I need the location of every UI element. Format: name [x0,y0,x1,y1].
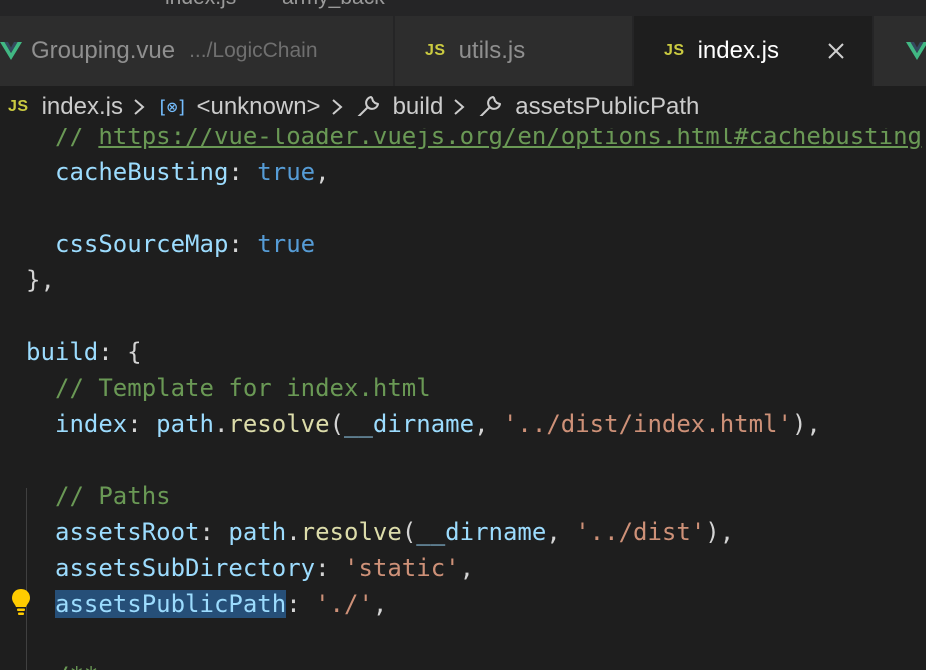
editor-tab-bar: Grouping.vue .../LogicChain JS utils.js … [0,16,926,86]
lightbulb-icon[interactable] [10,588,32,616]
code-line: }, [26,266,55,294]
tab-index-js[interactable]: JS index.js [634,16,872,86]
tab-grouping-vue[interactable]: Grouping.vue .../LogicChain [0,16,393,86]
code-line: assetsRoot: path.resolve(__dirname, '../… [55,518,735,546]
js-icon: JS [425,42,446,59]
code-line: // Template for index.html [55,374,431,402]
tab-description: .../LogicChain [189,39,318,62]
vue-icon [906,42,926,60]
close-icon[interactable] [826,41,846,61]
code-line-current: assetsPublicPath: './', [55,590,388,618]
js-icon: JS [8,98,29,115]
code-line: /** [26,658,98,670]
window-title-strip: index.js army_back [0,0,926,16]
selected-text[interactable]: assetsPublicPath [55,590,287,618]
code-line: cssSourceMap: true [55,230,316,258]
chevron-right-icon [134,99,145,115]
code-line: index: path.resolve(__dirname, '../dist/… [55,410,821,438]
code-line: build: { [26,338,142,366]
tab-label: index.js [697,37,779,64]
tab-utils-js[interactable]: JS utils.js [395,16,632,86]
js-icon: JS [664,42,685,59]
tab-label: utils.js [458,37,526,64]
vscode-window: index.js army_back Grouping.vue .../Logi… [0,0,926,670]
code-line: // Paths [55,482,171,510]
chevron-right-icon [454,99,465,115]
code-line: cacheBusting: true, [55,158,330,186]
title-strip-text-b: army_back [282,0,385,10]
breadcrumb-shadow [0,116,926,128]
tab-overflow-vue[interactable] [874,16,926,86]
code-editor[interactable]: // https://vue-loader.vuejs.org/en/optio… [0,116,926,670]
variable-symbol-icon: [⊗] [156,96,187,118]
chevron-right-icon [331,99,343,115]
tab-label: Grouping.vue [31,37,176,64]
code-line: assetsSubDirectory: 'static', [55,554,475,582]
title-strip-text-a: index.js [165,0,236,10]
vue-icon [0,42,22,60]
